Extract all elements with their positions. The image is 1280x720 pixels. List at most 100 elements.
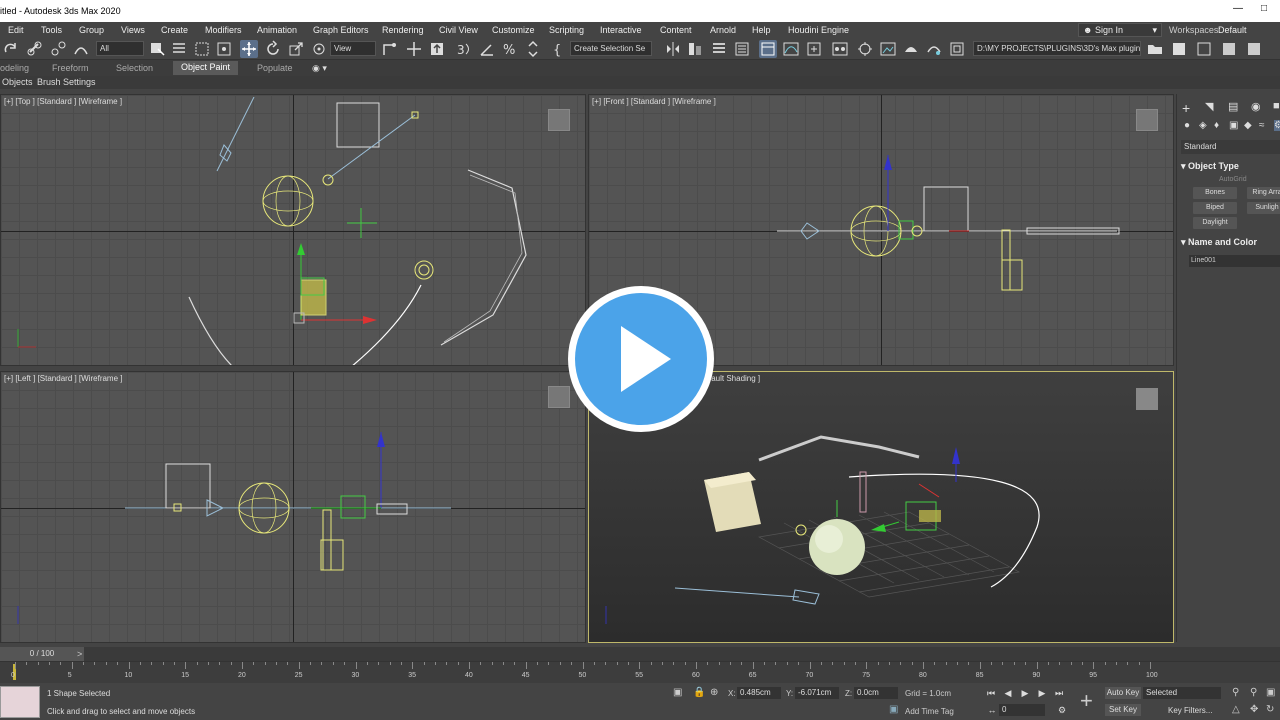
percent-snap-icon[interactable]: %	[501, 40, 519, 58]
select-and-move-icon[interactable]	[240, 40, 258, 58]
object-type-rollout[interactable]: ▾ Object Type	[1181, 161, 1239, 172]
current-frame-field[interactable]: 0	[999, 704, 1045, 716]
select-by-name-icon[interactable]	[170, 40, 188, 58]
object-name-field[interactable]: Line001	[1189, 255, 1280, 267]
menu-scripting[interactable]: Scripting	[549, 25, 584, 35]
menu-graph-editors[interactable]: Graph Editors	[313, 25, 369, 35]
select-and-scale-icon[interactable]	[287, 40, 305, 58]
y-coordinate-field[interactable]: -6.071cm	[795, 687, 839, 699]
category-dropdown[interactable]: Standard	[1181, 140, 1280, 154]
biped-button[interactable]: Biped	[1193, 202, 1237, 214]
angle-snap-icon[interactable]	[478, 40, 496, 58]
project-folder-icon[interactable]	[1146, 40, 1164, 58]
spinner-snap-icon[interactable]	[524, 40, 542, 58]
create-tab-icon[interactable]: +	[1182, 100, 1190, 116]
add-time-tag[interactable]: Add Time Tag	[905, 707, 954, 716]
pan-view-icon[interactable]: ✥	[1250, 704, 1258, 715]
selection-lock-icon[interactable]: 🔒	[693, 687, 705, 698]
x-coordinate-field[interactable]: 0.485cm	[737, 687, 781, 699]
align-icon[interactable]	[686, 40, 704, 58]
link-icon[interactable]	[26, 40, 44, 58]
select-and-manipulate-icon[interactable]	[405, 40, 423, 58]
rectangular-selection-icon[interactable]	[193, 40, 211, 58]
play-icon[interactable]: ▶	[1018, 687, 1032, 699]
viewport-top[interactable]: [+] [Top ] [Standard ] [Wireframe ]	[0, 94, 586, 366]
redo-icon[interactable]	[2, 40, 20, 58]
mirror-icon[interactable]	[664, 40, 682, 58]
space-warps-icon[interactable]: ≈	[1259, 120, 1265, 131]
video-play-button[interactable]	[568, 286, 714, 432]
menu-rendering[interactable]: Rendering	[382, 25, 424, 35]
auto-key-button[interactable]: Auto Key	[1105, 687, 1141, 699]
helpers-icon[interactable]: ◆	[1244, 120, 1252, 131]
field-of-view-icon[interactable]: △	[1232, 704, 1240, 715]
bones-button[interactable]: Bones	[1193, 187, 1237, 199]
render-production-icon[interactable]	[902, 40, 920, 58]
hierarchy-tab-icon[interactable]: ▤	[1228, 100, 1238, 113]
menu-edit[interactable]: Edit	[8, 25, 24, 35]
sign-in-dropdown[interactable]: ☻ Sign In ▾	[1078, 23, 1162, 37]
menu-group[interactable]: Group	[79, 25, 104, 35]
time-slider-frame[interactable]: 0 / 100	[0, 647, 84, 661]
menu-modifiers[interactable]: Modifiers	[205, 25, 242, 35]
tab-object-paint[interactable]: Object Paint	[173, 61, 239, 75]
rendered-frame-window-icon[interactable]	[879, 40, 897, 58]
select-object-icon[interactable]	[148, 40, 166, 58]
z-coordinate-field[interactable]: 0.0cm	[854, 687, 898, 699]
edit-named-selection-icon[interactable]: {	[550, 40, 568, 58]
menu-content[interactable]: Content	[660, 25, 692, 35]
tab-populate[interactable]: Populate	[257, 63, 293, 73]
reference-coordinate-dropdown[interactable]: View	[330, 41, 376, 56]
minimize-icon[interactable]: —	[1228, 3, 1248, 19]
workspace-dropdown[interactable]: Default	[1218, 25, 1247, 35]
go-to-start-icon[interactable]: ⏮	[984, 687, 998, 699]
key-mode-icon[interactable]: ↔	[985, 704, 999, 716]
menu-houdini-engine[interactable]: Houdini Engine	[788, 25, 849, 35]
menu-customize[interactable]: Customize	[492, 25, 535, 35]
key-mode-dropdown[interactable]: Selected	[1143, 687, 1221, 699]
project-folder-dropdown[interactable]: D:\MY PROJECTS\PLUGINS\3D's Max plugins	[973, 41, 1141, 56]
tab-freeform[interactable]: Freeform	[52, 63, 89, 73]
panel-brush-settings[interactable]: Brush Settings	[37, 77, 96, 87]
zoom-extents-icon[interactable]: ▣	[1266, 687, 1275, 698]
time-config-icon[interactable]: ⚙	[1055, 704, 1069, 716]
time-slider-next-icon[interactable]: >	[77, 649, 82, 659]
layer-explorer-icon[interactable]	[733, 40, 751, 58]
keyboard-shortcut-override-icon[interactable]	[428, 40, 446, 58]
maxscript-listener[interactable]	[0, 686, 40, 718]
menu-civil-view[interactable]: Civil View	[439, 25, 478, 35]
named-selection-sets-dropdown[interactable]: Create Selection Se	[570, 41, 652, 56]
sunlight-button[interactable]: Sunligh	[1247, 202, 1280, 214]
toggle-ribbon-icon[interactable]	[759, 40, 777, 58]
toolbar-extra-4-icon[interactable]	[1245, 40, 1263, 58]
display-tab-icon[interactable]: ■	[1273, 100, 1280, 112]
select-and-place-icon[interactable]	[310, 40, 328, 58]
time-slider[interactable]: 0 / 100 >	[0, 647, 1280, 661]
zoom-all-icon[interactable]: ⚲	[1250, 687, 1257, 698]
set-key-icon[interactable]: +	[1080, 688, 1093, 714]
window-crossing-icon[interactable]	[215, 40, 233, 58]
curve-editor-icon[interactable]	[782, 40, 800, 58]
material-editor-icon[interactable]	[831, 40, 849, 58]
render-setup-icon[interactable]	[856, 40, 874, 58]
autogrid-checkbox[interactable]: AutoGrid	[1219, 176, 1247, 183]
motion-tab-icon[interactable]: ◉	[1251, 100, 1261, 113]
modify-tab-icon[interactable]: ◥	[1205, 100, 1213, 113]
toolbar-extra-2-icon[interactable]	[1195, 40, 1213, 58]
selection-filter-dropdown[interactable]: All	[96, 41, 144, 56]
next-frame-icon[interactable]: ▶	[1035, 687, 1049, 699]
use-pivot-center-icon[interactable]	[381, 40, 399, 58]
tab-selection[interactable]: Selection	[116, 63, 153, 73]
scene-explorer-icon[interactable]	[710, 40, 728, 58]
geometry-icon[interactable]: ●	[1184, 120, 1190, 131]
absolute-mode-icon[interactable]: ⊕	[710, 687, 718, 698]
arnold-render-icon[interactable]	[948, 40, 966, 58]
bind-space-warp-icon[interactable]	[72, 40, 90, 58]
snaps-toggle-icon[interactable]: 3	[455, 40, 473, 58]
select-and-rotate-icon[interactable]	[264, 40, 282, 58]
panel-objects[interactable]: Objects	[2, 77, 33, 87]
shapes-icon[interactable]: ◈	[1199, 120, 1207, 131]
time-tag-icon[interactable]: ▣	[889, 704, 898, 715]
set-key-button[interactable]: Set Key	[1105, 704, 1141, 716]
lights-icon[interactable]: ♦	[1214, 120, 1219, 131]
